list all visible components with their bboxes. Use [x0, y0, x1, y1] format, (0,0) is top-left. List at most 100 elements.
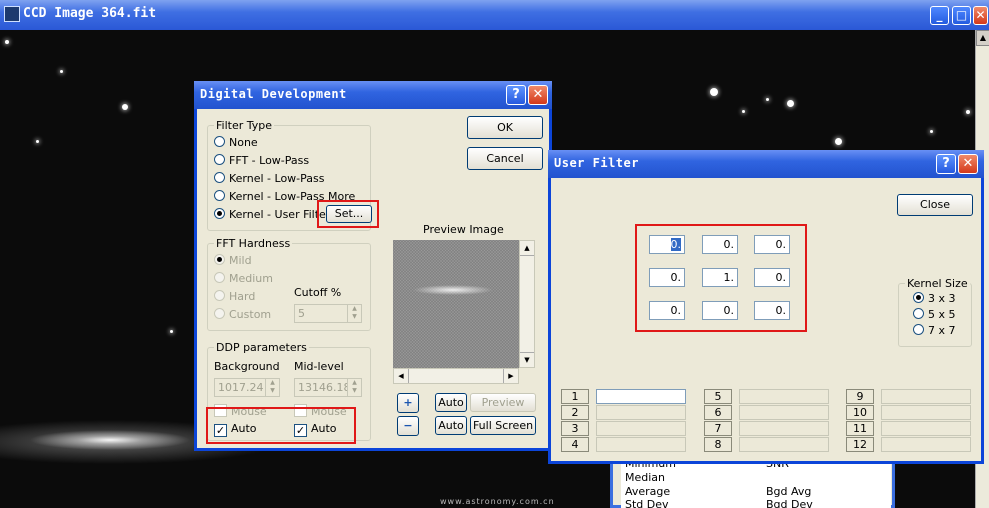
- cancel-button[interactable]: Cancel: [467, 147, 543, 170]
- preview-image-label: Preview Image: [423, 223, 504, 236]
- bgd-avg-label: Bgd Avg: [766, 485, 812, 498]
- minimize-button[interactable]: _: [930, 6, 949, 25]
- slot-button-1[interactable]: 1: [561, 389, 589, 404]
- help-button[interactable]: ?: [506, 85, 526, 105]
- hard-radio[interactable]: Hard: [214, 290, 255, 303]
- slot-name-field-4[interactable]: [596, 437, 686, 452]
- slot-button-12[interactable]: 12: [846, 437, 874, 452]
- highlight-box: [317, 200, 379, 228]
- star: [170, 330, 173, 333]
- scroll-down-arrow-icon[interactable]: ▼: [520, 352, 534, 367]
- close-button[interactable]: Close: [897, 194, 973, 216]
- slot-name-field-9[interactable]: [881, 389, 971, 404]
- kernel-size-group: Kernel Size 3 x 3 5 x 5 7 x 7: [898, 277, 972, 347]
- ok-button[interactable]: OK: [467, 116, 543, 139]
- median-label: Median: [625, 471, 666, 484]
- slot-button-9[interactable]: 9: [846, 389, 874, 404]
- slot-name-field-2[interactable]: [596, 405, 686, 420]
- slot-name-field-7[interactable]: [739, 421, 829, 436]
- app-icon: [4, 6, 20, 22]
- slot-name-field-8[interactable]: [739, 437, 829, 452]
- slot-button-11[interactable]: 11: [846, 421, 874, 436]
- background-label: Background: [214, 360, 280, 373]
- scroll-up-arrow-icon[interactable]: ▲: [976, 30, 989, 46]
- fft-hardness-group: FFT Hardness Mild Medium Hard Custom Cut…: [207, 237, 371, 331]
- slot-name-field-3[interactable]: [596, 421, 686, 436]
- user-filter-dialog: User Filter ? ✕ Close 0. 0. 0. 0. 1. 0. …: [548, 150, 984, 464]
- star: [930, 130, 933, 133]
- slot-button-5[interactable]: 5: [704, 389, 732, 404]
- mild-radio[interactable]: Mild: [214, 254, 252, 267]
- slot-name-field-12[interactable]: [881, 437, 971, 452]
- scroll-right-arrow-icon[interactable]: ▶: [503, 369, 518, 383]
- kernel-size-5x5-radio[interactable]: 5 x 5: [913, 308, 956, 321]
- bgd-dev-label: Bgd Dev: [766, 498, 813, 508]
- slot-button-8[interactable]: 8: [704, 437, 732, 452]
- star: [36, 140, 39, 143]
- kernel-size-label: Kernel Size: [905, 277, 970, 290]
- auto-button-2[interactable]: Auto: [435, 416, 467, 435]
- watermark: www.astronomy.com.cn: [440, 497, 555, 506]
- slot-name-field-10[interactable]: [881, 405, 971, 420]
- maximize-button[interactable]: □: [952, 6, 971, 25]
- midlevel-label: Mid-level: [294, 360, 344, 373]
- slot-button-6[interactable]: 6: [704, 405, 732, 420]
- cutoff-label: Cutoff %: [294, 286, 342, 299]
- scroll-left-arrow-icon[interactable]: ◀: [394, 369, 409, 383]
- slot-button-3[interactable]: 3: [561, 421, 589, 436]
- kernel-size-7x7-radio[interactable]: 7 x 7: [913, 324, 956, 337]
- slot-name-field-5[interactable]: [739, 389, 829, 404]
- close-icon[interactable]: ✕: [528, 85, 548, 105]
- kernel-size-3x3-radio[interactable]: 3 x 3: [913, 292, 956, 305]
- zoom-in-icon[interactable]: +: [397, 393, 419, 413]
- slot-button-7[interactable]: 7: [704, 421, 732, 436]
- star: [710, 88, 718, 96]
- dialog-title: User Filter: [554, 156, 639, 170]
- star: [742, 110, 745, 113]
- preview-vertical-scrollbar[interactable]: ▲ ▼: [519, 240, 535, 368]
- dialog-title-bar: User Filter ? ✕: [548, 150, 984, 178]
- star: [787, 100, 794, 107]
- star: [766, 98, 769, 101]
- slot-name-field-1[interactable]: [596, 389, 686, 404]
- slot-name-field-6[interactable]: [739, 405, 829, 420]
- highlight-box: [206, 407, 356, 444]
- slot-name-field-11[interactable]: [881, 421, 971, 436]
- cutoff-input[interactable]: 5 ▲ ▼: [294, 304, 362, 323]
- highlight-box: [635, 224, 807, 332]
- star: [966, 110, 970, 114]
- digital-development-dialog: Digital Development ? ✕ Filter Type None…: [194, 81, 552, 451]
- zoom-out-icon[interactable]: −: [397, 416, 419, 436]
- slot-button-4[interactable]: 4: [561, 437, 589, 452]
- preview-button[interactable]: Preview: [470, 393, 536, 412]
- background-input[interactable]: 1017.24 ▲ ▼: [214, 378, 280, 397]
- star: [835, 138, 842, 145]
- preview-horizontal-scrollbar[interactable]: ◀ ▶: [393, 368, 519, 384]
- filter-kernel-lowpass-radio[interactable]: Kernel - Low-Pass: [214, 172, 325, 185]
- dialog-title: Digital Development: [200, 87, 347, 101]
- dialog-title-bar: Digital Development ? ✕: [194, 81, 552, 109]
- fft-hardness-label: FFT Hardness: [214, 237, 293, 250]
- slot-button-2[interactable]: 2: [561, 405, 589, 420]
- preview-image: [393, 240, 519, 368]
- filter-none-radio[interactable]: None: [214, 136, 258, 149]
- custom-radio[interactable]: Custom: [214, 308, 271, 321]
- close-icon[interactable]: ✕: [973, 6, 988, 25]
- ddp-parameters-label: DDP parameters: [214, 341, 309, 354]
- scroll-up-arrow-icon[interactable]: ▲: [520, 241, 534, 256]
- filter-fft-lowpass-radio[interactable]: FFT - Low-Pass: [214, 154, 309, 167]
- star: [60, 70, 63, 73]
- help-button[interactable]: ?: [936, 154, 956, 174]
- std-dev-label: Std Dev: [625, 498, 669, 508]
- slot-button-10[interactable]: 10: [846, 405, 874, 420]
- filter-type-label: Filter Type: [214, 119, 275, 132]
- close-icon[interactable]: ✕: [958, 154, 978, 174]
- medium-radio[interactable]: Medium: [214, 272, 273, 285]
- star: [122, 104, 128, 110]
- midlevel-input[interactable]: 13146.18 ▲ ▼: [294, 378, 362, 397]
- main-title-bar: CCD Image 364.fit _ □ ✕: [0, 0, 989, 30]
- average-label: Average: [625, 485, 671, 498]
- full-screen-button[interactable]: Full Screen: [470, 416, 536, 435]
- auto-button[interactable]: Auto: [435, 393, 467, 412]
- filter-kernel-user-radio[interactable]: Kernel - User Filte: [214, 208, 326, 221]
